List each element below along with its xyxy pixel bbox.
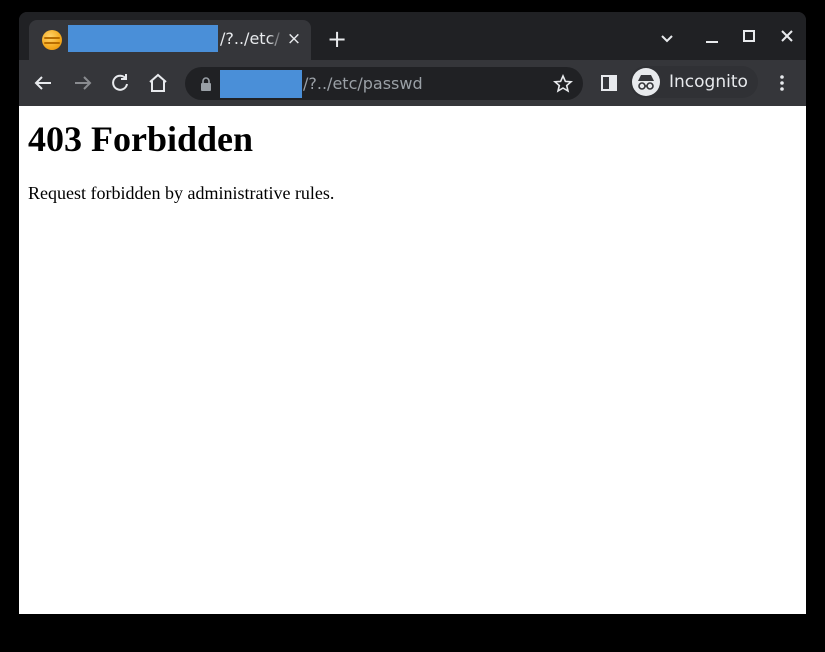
back-arrow-icon[interactable] xyxy=(31,70,57,96)
bookmark-star-icon[interactable] xyxy=(553,74,573,94)
address-bar[interactable]: /?../etc/passwd xyxy=(185,67,583,100)
error-heading: 403 Forbidden xyxy=(28,119,254,159)
tab-strip: /?../etc/ × + xyxy=(19,12,806,60)
lock-icon[interactable] xyxy=(199,76,213,92)
incognito-label: Incognito xyxy=(669,72,748,92)
url-redaction xyxy=(220,70,302,98)
minimize-icon[interactable] xyxy=(700,26,724,50)
error-message: Request forbidden by administrative rule… xyxy=(28,183,335,203)
side-panel-icon[interactable] xyxy=(596,70,622,96)
new-tab-button[interactable]: + xyxy=(325,27,349,52)
home-icon[interactable] xyxy=(145,70,171,96)
browser-toolbar: /?../etc/passwd Incognito xyxy=(19,60,806,106)
page-content: 403 Forbidden Request forbidden by admin… xyxy=(19,106,806,614)
maximize-icon[interactable] xyxy=(737,26,761,50)
site-favicon-icon xyxy=(42,30,62,50)
active-tab[interactable]: /?../etc/ × xyxy=(29,20,311,60)
forward-arrow-icon[interactable] xyxy=(69,70,95,96)
url-text[interactable]: /?../etc/passwd xyxy=(303,74,423,94)
tab-close-icon[interactable]: × xyxy=(284,29,304,49)
incognito-icon xyxy=(632,68,660,96)
tab-title: /?../etc/ xyxy=(220,29,280,48)
tab-title-redaction xyxy=(68,25,218,52)
close-window-icon[interactable] xyxy=(775,26,799,50)
menu-kebab-icon[interactable] xyxy=(769,70,795,96)
browser-window: /?../etc/ × + /?../etc/passwd Incognito … xyxy=(19,12,806,614)
tab-search-icon[interactable] xyxy=(655,26,679,50)
reload-icon[interactable] xyxy=(107,70,133,96)
